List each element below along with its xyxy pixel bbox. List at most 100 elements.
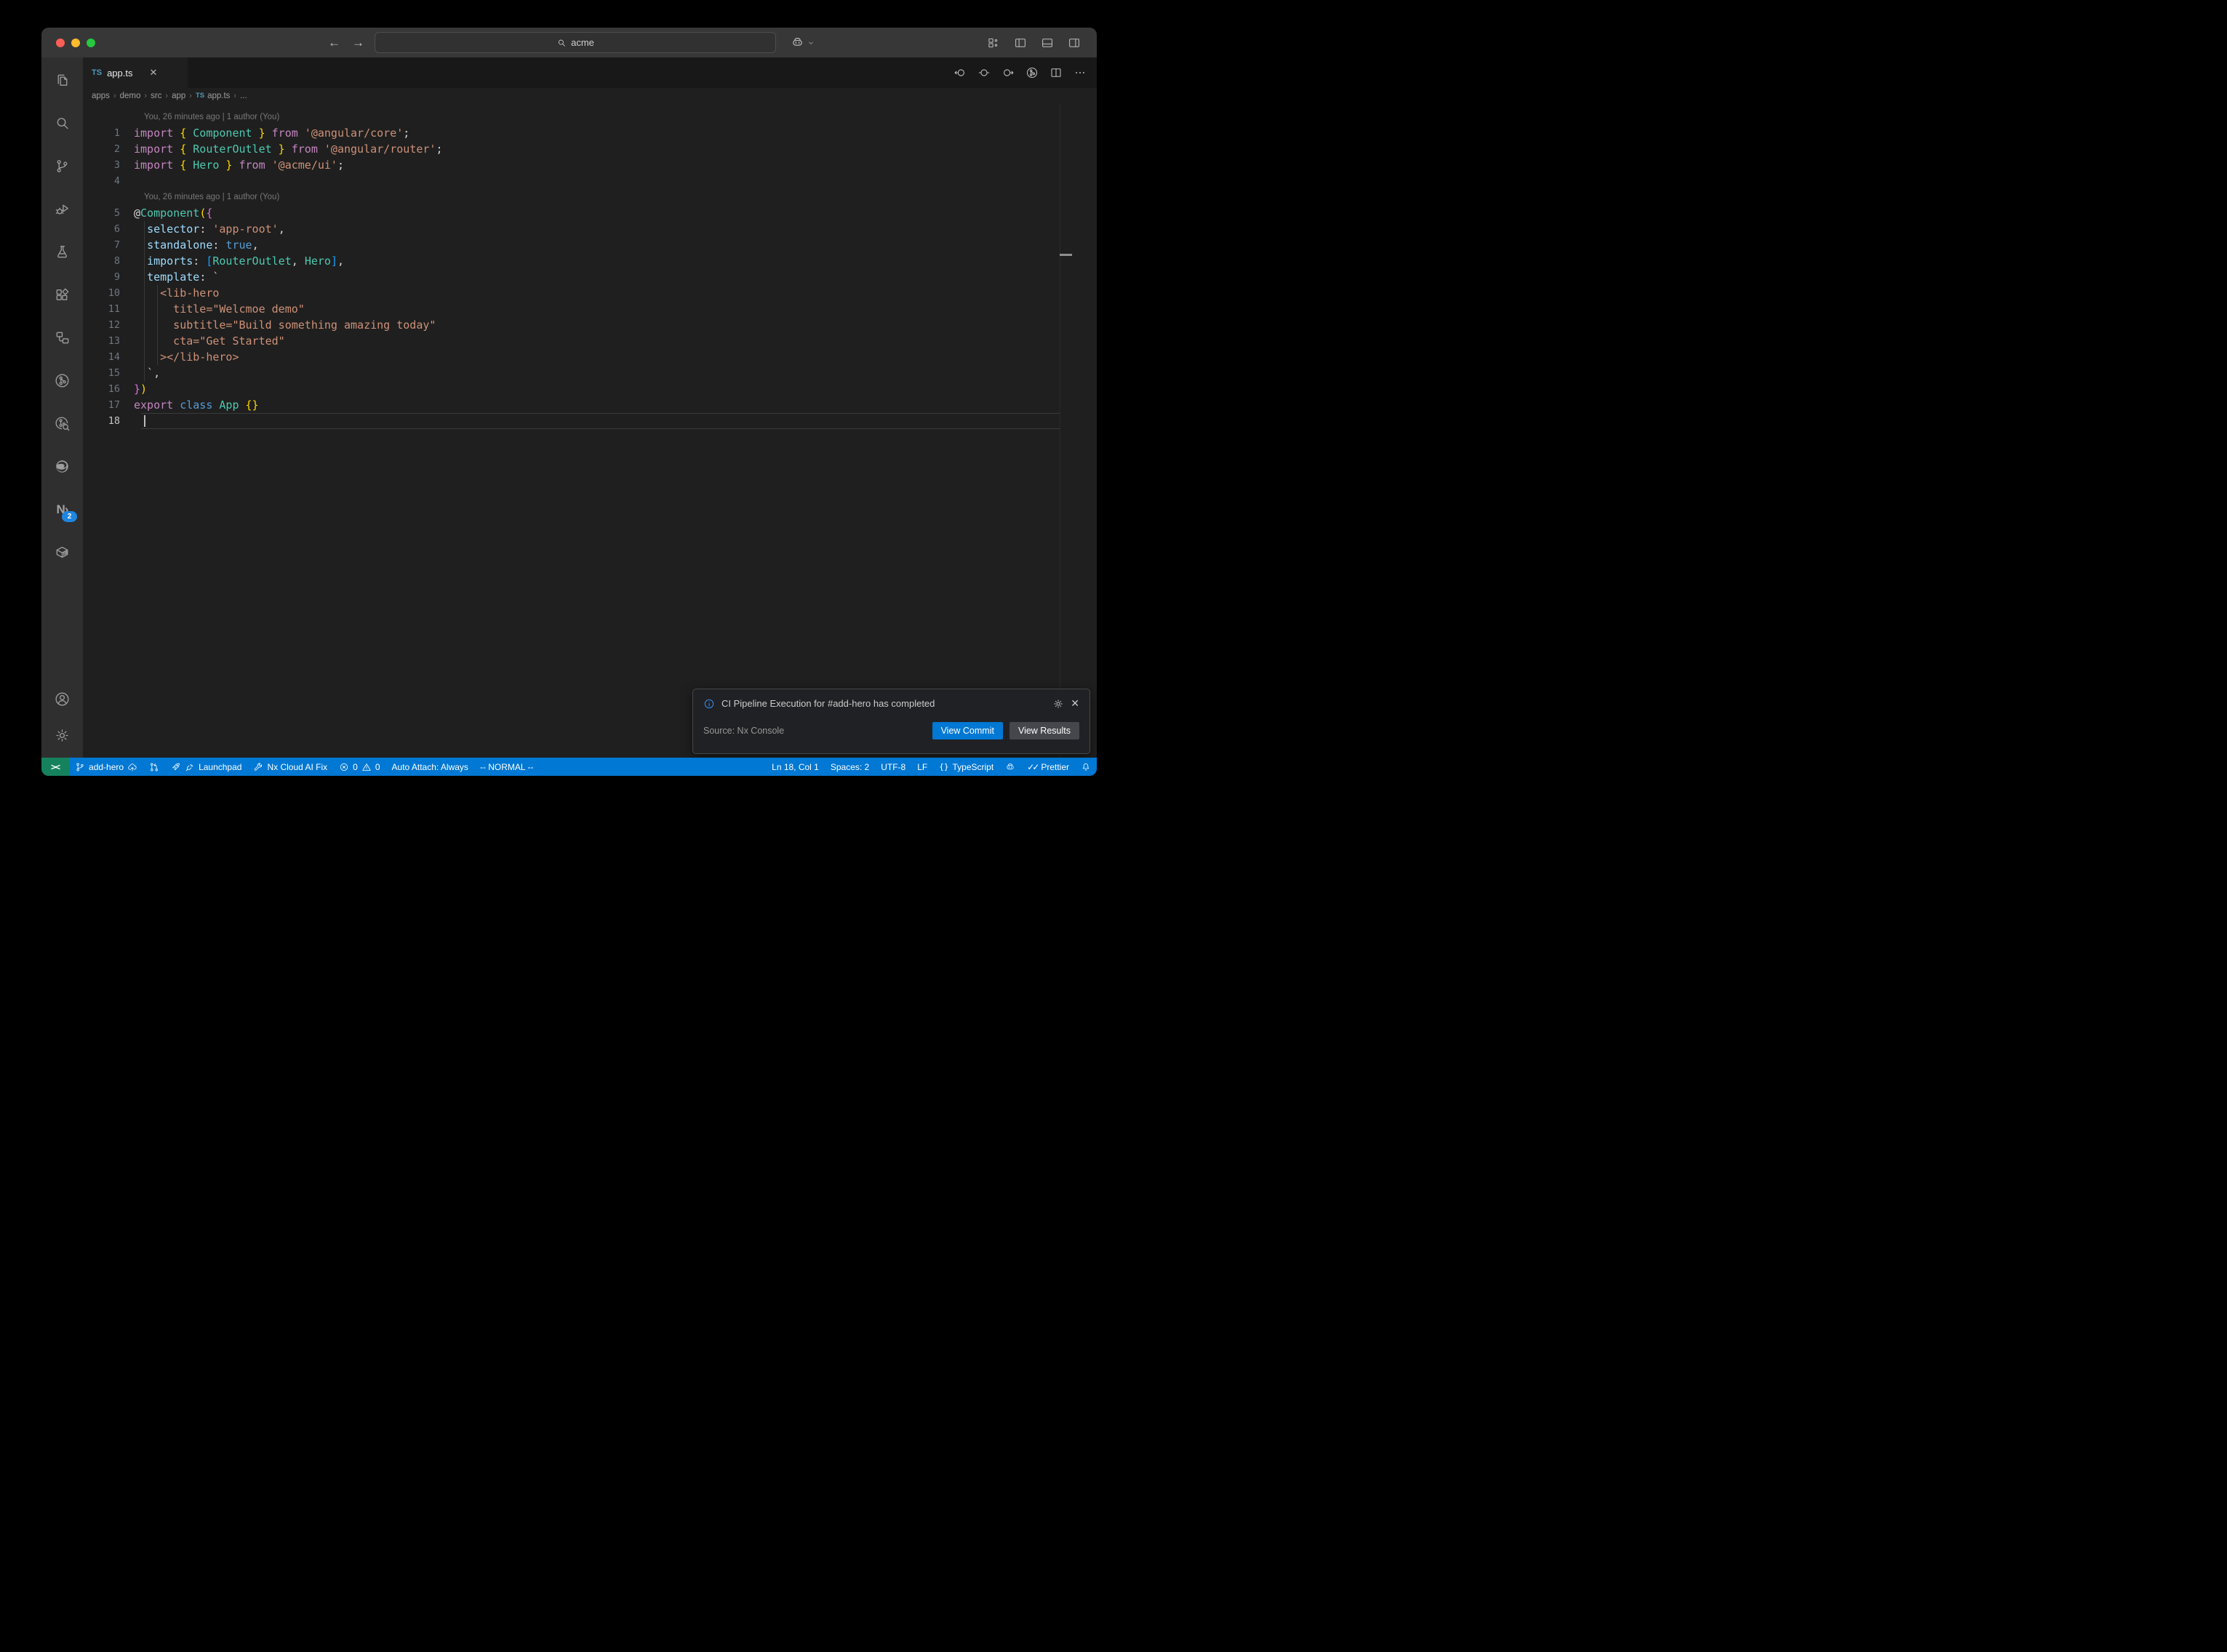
split-editor-icon[interactable] (1049, 66, 1063, 79)
typescript-file-icon: TS (92, 68, 102, 77)
activity-item-testing[interactable] (41, 230, 83, 273)
statusbar-nx-cloud-ai-fix[interactable]: Nx Cloud AI Fix (247, 758, 333, 776)
history-forward-icon[interactable]: → (352, 36, 364, 50)
view-commit-button[interactable]: View Commit (932, 722, 1003, 739)
indent-guide (144, 221, 145, 381)
line-number: 8 (83, 253, 134, 269)
activity-item-gitlens[interactable] (41, 359, 83, 402)
tab-app-ts[interactable]: TS app.ts ✕ (83, 57, 188, 88)
nav-circle-icon[interactable] (977, 66, 991, 79)
line-number: 15 (83, 365, 134, 381)
statusbar-auto-attach[interactable]: Auto Attach: Always (386, 758, 474, 776)
info-icon (703, 698, 715, 710)
activity-item-nx-console[interactable]: N›2 (41, 488, 83, 531)
breadcrumb-item-demo[interactable]: demo (120, 92, 141, 100)
statusbar-source-control-graph[interactable] (143, 758, 165, 776)
plug-icon (185, 762, 195, 772)
indent-guide (157, 285, 158, 365)
breadcrumb-separator: › (165, 92, 168, 100)
minimize-window-button[interactable] (71, 39, 80, 47)
activity-item-accounts[interactable] (41, 681, 83, 717)
statusbar-language-mode[interactable]: {}TypeScript (933, 758, 999, 776)
accounts-icon (54, 691, 71, 707)
circled-branch-icon[interactable] (1025, 66, 1039, 79)
git-branch-icon (75, 762, 85, 772)
statusbar-git-branch-status[interactable]: add-hero (69, 758, 143, 776)
statusbar-formatter[interactable]: ✓✓Prettier (1021, 758, 1075, 776)
activity-item-search[interactable] (41, 102, 83, 145)
activity-item-gitlens-inspect[interactable] (41, 402, 83, 445)
activity-item-settings[interactable] (41, 717, 83, 753)
line-number: 16 (83, 381, 134, 397)
code-line-4: 4 (83, 173, 1097, 189)
breadcrumb-separator: › (189, 92, 192, 100)
code-line-1: 1import { Component } from '@angular/cor… (83, 125, 1097, 141)
activity-item-run-debug[interactable] (41, 188, 83, 230)
breadcrumb-item-app-ts[interactable]: TSapp.ts (196, 92, 230, 100)
command-center-search[interactable]: acme (375, 32, 776, 53)
breadcrumb-separator: › (113, 92, 116, 100)
settings-icon (54, 727, 71, 744)
code-line-15: 15 `, (83, 365, 1097, 381)
code-line-6: 6 selector: 'app-root', (83, 221, 1097, 237)
statusbar-notifications-bell[interactable] (1075, 758, 1097, 776)
view-results-button[interactable]: View Results (1009, 722, 1079, 739)
breadcrumb-separator: › (233, 92, 236, 100)
eol-label: LF (917, 762, 927, 772)
window-controls (56, 39, 95, 47)
statusbar-vim-mode[interactable]: -- NORMAL -- (474, 758, 540, 776)
code-editor[interactable]: You, 26 minutes ago | 1 author (You)1imp… (83, 103, 1097, 758)
activity-item-source-control[interactable] (41, 145, 83, 188)
vscode-window: ← → acme (41, 28, 1097, 776)
activity-item-extensions[interactable] (41, 273, 83, 316)
statusbar-indentation[interactable]: Spaces: 2 (825, 758, 875, 776)
nav-back-circle-icon[interactable] (953, 66, 967, 79)
nav-forward-circle-icon[interactable] (1001, 66, 1015, 79)
activity-item-edge-tools[interactable] (41, 445, 83, 488)
extensions-icon (54, 286, 71, 303)
toggle-panel-icon[interactable] (1041, 36, 1054, 49)
line-number: 9 (83, 269, 134, 285)
notification-close-icon[interactable]: ✕ (1071, 697, 1079, 710)
breadcrumb-item-src[interactable]: src (151, 92, 161, 100)
breadcrumb-item-app[interactable]: app (172, 92, 185, 100)
history-back-icon[interactable]: ← (328, 36, 340, 50)
containers-icon (54, 544, 71, 561)
statusbar-eol[interactable]: LF (911, 758, 933, 776)
statusbar-launchpad[interactable]: Launchpad (165, 758, 247, 776)
copilot-menu[interactable] (791, 28, 815, 57)
notification-toast: CI Pipeline Execution for #add-hero has … (692, 689, 1090, 754)
statusbar-cursor-position[interactable]: Ln 18, Col 1 (766, 758, 825, 776)
more-actions-icon[interactable] (1073, 66, 1087, 79)
activity-item-explorer[interactable] (41, 59, 83, 102)
line-number: 11 (83, 301, 134, 317)
code-line-14: 14 ></lib-hero> (83, 349, 1097, 365)
zoom-window-button[interactable] (87, 39, 95, 47)
toggle-primary-sidebar-icon[interactable] (1014, 36, 1027, 49)
activity-item-linked-boxes[interactable] (41, 316, 83, 359)
statusbar-copilot-status[interactable] (999, 758, 1021, 776)
copilot-icon (1005, 762, 1015, 772)
notification-settings-gear-icon[interactable] (1052, 698, 1064, 710)
statusbar-problems[interactable]: 00 (333, 758, 385, 776)
git-blame-annotation: You, 26 minutes ago | 1 author (You) (83, 109, 1097, 125)
problems-label: 0 (375, 762, 380, 772)
search-icon (54, 115, 71, 132)
breadcrumb-item--[interactable]: ... (240, 92, 247, 100)
statusbar-remote-indicator[interactable]: >< (41, 758, 69, 776)
activity-item-containers[interactable] (41, 531, 83, 574)
customize-layout-icon[interactable] (987, 36, 1000, 49)
close-tab-icon[interactable]: ✕ (149, 67, 157, 79)
toggle-secondary-sidebar-icon[interactable] (1068, 36, 1081, 49)
cloud-upload-icon (127, 762, 137, 772)
statusbar-encoding[interactable]: UTF-8 (875, 758, 911, 776)
code-line-12: 12 subtitle="Build something amazing tod… (83, 317, 1097, 333)
code-line-9: 9 template: ` (83, 269, 1097, 285)
desktop: { "colors": { "accent": "#0078d4", "remo… (0, 0, 1114, 826)
close-window-button[interactable] (56, 39, 65, 47)
line-number: 14 (83, 349, 134, 365)
typescript-file-icon: TS (196, 92, 204, 100)
explorer-icon (54, 72, 71, 89)
breadcrumb-item-apps[interactable]: apps (92, 92, 110, 100)
code-line-2: 2import { RouterOutlet } from '@angular/… (83, 141, 1097, 157)
